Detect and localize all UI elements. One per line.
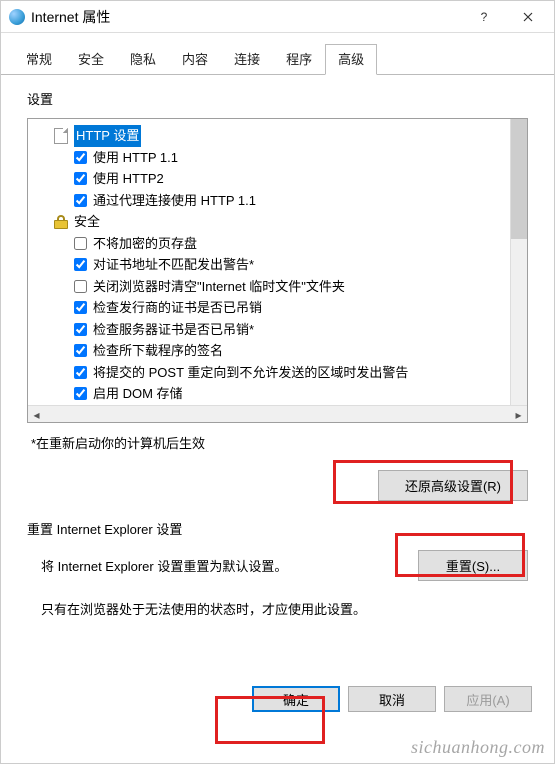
reset-section-heading: 重置 Internet Explorer 设置: [27, 519, 528, 538]
tab-privacy[interactable]: 隐私: [117, 44, 169, 75]
checkbox[interactable]: [74, 344, 87, 357]
scrollbar-thumb[interactable]: [511, 119, 527, 239]
vertical-scrollbar[interactable]: [510, 119, 527, 405]
tab-content[interactable]: 内容: [169, 44, 221, 75]
list-item[interactable]: 关闭浏览器时清空"Internet 临时文件"文件夹: [36, 276, 523, 298]
close-button[interactable]: [506, 2, 550, 32]
page-icon: [54, 128, 68, 144]
checkbox[interactable]: [74, 258, 87, 271]
cancel-button[interactable]: 取消: [348, 686, 436, 712]
checkbox[interactable]: [74, 387, 87, 400]
tab-connections[interactable]: 连接: [221, 44, 273, 75]
reset-section-desc: 只有在浏览器处于无法使用的状态时，才应使用此设置。: [27, 599, 528, 618]
ok-button[interactable]: 确定: [252, 686, 340, 712]
globe-icon: [9, 9, 25, 25]
list-item[interactable]: 使用 HTTP 1.1: [36, 147, 523, 169]
list-item[interactable]: 通过代理连接使用 HTTP 1.1: [36, 190, 523, 212]
tab-security[interactable]: 安全: [65, 44, 117, 75]
lock-icon: [54, 215, 68, 229]
checkbox[interactable]: [74, 366, 87, 379]
tab-strip: 常规 安全 隐私 内容 连接 程序 高级: [1, 33, 554, 75]
tab-programs[interactable]: 程序: [273, 44, 325, 75]
reset-section-text: 将 Internet Explorer 设置重置为默认设置。: [27, 556, 287, 575]
titlebar: Internet 属性 ?: [1, 1, 554, 33]
list-item[interactable]: 使用 HTTP2: [36, 168, 523, 190]
checkbox[interactable]: [74, 151, 87, 164]
list-item[interactable]: 不将加密的页存盘: [36, 233, 523, 255]
list-item[interactable]: 检查发行商的证书是否已吊销: [36, 297, 523, 319]
apply-button[interactable]: 应用(A): [444, 686, 532, 712]
checkbox[interactable]: [74, 301, 87, 314]
window-title: Internet 属性: [31, 7, 462, 27]
reset-button[interactable]: 重置(S)...: [418, 550, 528, 581]
horizontal-scrollbar[interactable]: ◂ ▸: [28, 405, 527, 422]
watermark: sichuanhong.com: [411, 737, 545, 758]
checkbox[interactable]: [74, 172, 87, 185]
heading-http-label: HTTP 设置: [74, 125, 141, 147]
tab-general[interactable]: 常规: [13, 44, 65, 75]
dialog-button-row: 确定 取消 应用(A): [1, 686, 554, 726]
list-item[interactable]: 检查所下载程序的签名: [36, 340, 523, 362]
tab-advanced[interactable]: 高级: [325, 44, 377, 75]
list-item[interactable]: 将提交的 POST 重定向到不允许发送的区域时发出警告: [36, 362, 523, 384]
settings-label: 设置: [27, 89, 528, 108]
checkbox[interactable]: [74, 323, 87, 336]
list-item[interactable]: 启用 DOM 存储: [36, 383, 523, 405]
list-item[interactable]: 对证书地址不匹配发出警告*: [36, 254, 523, 276]
settings-listbox[interactable]: HTTP 设置 使用 HTTP 1.1 使用 HTTP2 通过代理连接使用 HT…: [27, 118, 528, 423]
scroll-left-icon[interactable]: ◂: [28, 406, 45, 423]
help-button[interactable]: ?: [462, 2, 506, 32]
checkbox[interactable]: [74, 237, 87, 250]
checkbox[interactable]: [74, 280, 87, 293]
restore-defaults-button[interactable]: 还原高级设置(R): [378, 470, 528, 501]
list-item[interactable]: 检查服务器证书是否已吊销*: [36, 319, 523, 341]
close-icon: [523, 12, 533, 22]
scroll-right-icon[interactable]: ▸: [510, 406, 527, 423]
checkbox[interactable]: [74, 194, 87, 207]
restart-note: *在重新启动你的计算机后生效: [31, 433, 528, 452]
tree-heading-http: HTTP 设置: [36, 125, 523, 147]
heading-security-label: 安全: [74, 211, 100, 233]
tree-heading-security: 安全: [36, 211, 523, 233]
